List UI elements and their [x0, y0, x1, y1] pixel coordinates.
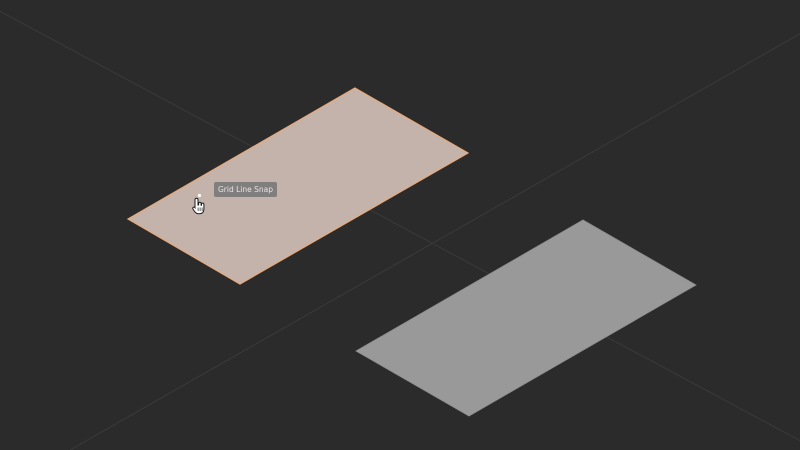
snap-tooltip: Grid Line Snap	[214, 182, 278, 197]
plane-selected[interactable]	[126, 87, 470, 285]
viewport-canvas[interactable]	[0, 0, 800, 450]
plane-unselected[interactable]	[355, 219, 697, 417]
grid-axis-line-x	[0, 10, 800, 442]
hand-pointer-icon	[192, 197, 206, 215]
3d-viewport[interactable]: Grid Line Snap	[0, 0, 800, 450]
